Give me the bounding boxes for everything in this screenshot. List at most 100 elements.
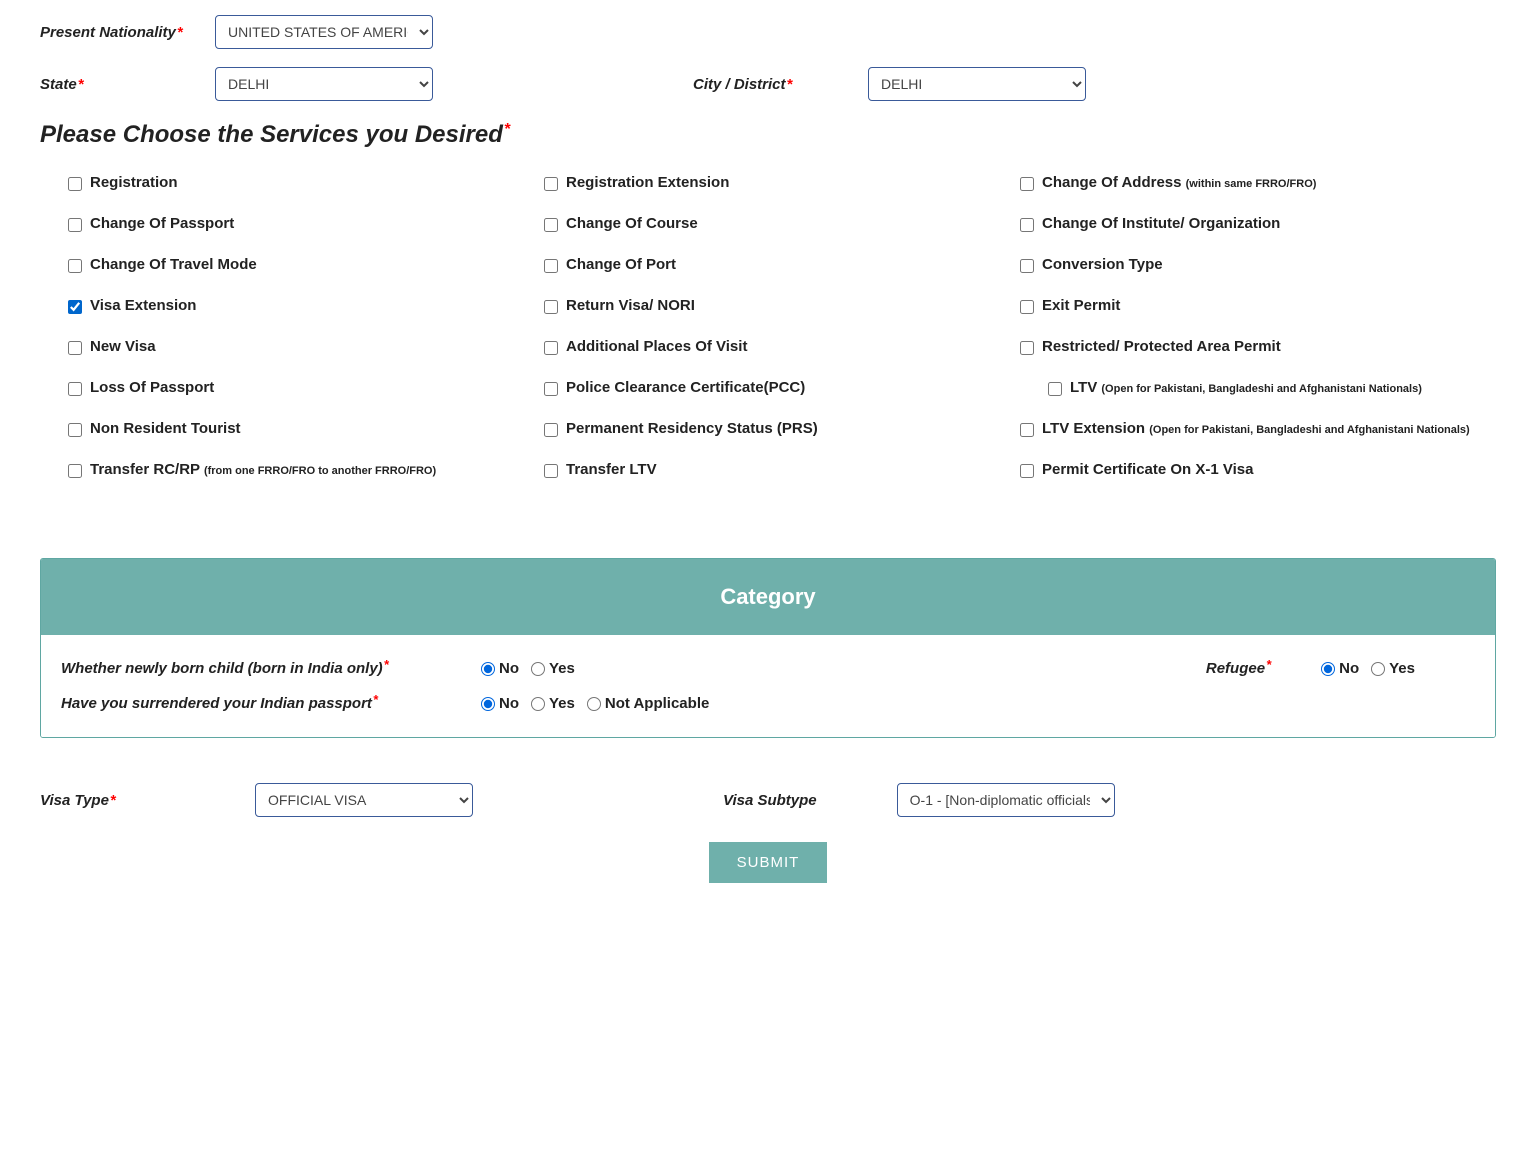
service-transfer-ltv[interactable]: Transfer LTV (544, 461, 1020, 478)
category-panel: Category Whether newly born child (born … (40, 558, 1496, 738)
state-select[interactable]: DELHI (215, 67, 433, 101)
radio[interactable] (1371, 662, 1385, 676)
newborn-label-text: Whether newly born child (born in India … (61, 660, 383, 677)
radio-label: No (499, 695, 519, 712)
service-label: LTV Extension (Open for Pakistani, Bangl… (1042, 420, 1470, 437)
radio-label: Not Applicable (605, 695, 709, 712)
surrendered-na[interactable]: Not Applicable (587, 695, 709, 712)
checkbox[interactable] (544, 259, 558, 273)
newborn-yes[interactable]: Yes (531, 660, 575, 677)
service-visa-extension[interactable]: Visa Extension (68, 297, 544, 314)
service-label: Permit Certificate On X-1 Visa (1042, 461, 1253, 478)
service-restricted-area[interactable]: Restricted/ Protected Area Permit (1020, 338, 1496, 355)
radio[interactable] (481, 697, 495, 711)
service-transfer-rc[interactable]: Transfer RC/RP (from one FRRO/FRO to ano… (68, 461, 544, 478)
service-registration[interactable]: Registration (68, 174, 544, 191)
radio-label: Yes (1389, 660, 1415, 677)
service-pcc[interactable]: Police Clearance Certificate(PCC) (544, 379, 1020, 396)
service-note: (Open for Pakistani, Bangladeshi and Afg… (1101, 383, 1421, 395)
service-label: Return Visa/ NORI (566, 297, 695, 314)
nationality-label-text: Present Nationality (40, 24, 176, 41)
service-label: New Visa (90, 338, 156, 355)
service-label: Restricted/ Protected Area Permit (1042, 338, 1281, 355)
required-star: * (1266, 657, 1271, 672)
refugee-label-text: Refugee (1206, 660, 1265, 677)
required-star: * (78, 76, 84, 93)
newborn-label: Whether newly born child (born in India … (61, 660, 481, 677)
checkbox[interactable] (1020, 341, 1034, 355)
required-star: * (373, 692, 378, 707)
service-change-port[interactable]: Change Of Port (544, 256, 1020, 273)
service-additional-places[interactable]: Additional Places Of Visit (544, 338, 1020, 355)
checkbox[interactable] (544, 300, 558, 314)
checkbox[interactable] (68, 423, 82, 437)
service-label: Conversion Type (1042, 256, 1163, 273)
service-text: Transfer RC/RP (90, 461, 204, 478)
checkbox[interactable] (1020, 300, 1034, 314)
category-header: Category (41, 559, 1495, 635)
service-label: Registration Extension (566, 174, 729, 191)
refugee-label: Refugee* (1206, 660, 1271, 677)
service-change-address[interactable]: Change Of Address (within same FRRO/FRO) (1020, 174, 1496, 191)
checkbox[interactable] (1020, 177, 1034, 191)
service-return-visa[interactable]: Return Visa/ NORI (544, 297, 1020, 314)
checkbox[interactable] (1048, 382, 1062, 396)
service-exit-permit[interactable]: Exit Permit (1020, 297, 1496, 314)
service-ltv[interactable]: LTV (Open for Pakistani, Bangladeshi and… (1020, 379, 1496, 396)
checkbox[interactable] (68, 464, 82, 478)
service-new-visa[interactable]: New Visa (68, 338, 544, 355)
service-loss-passport[interactable]: Loss Of Passport (68, 379, 544, 396)
refugee-radios: No Yes (1321, 660, 1415, 677)
checkbox[interactable] (544, 464, 558, 478)
state-label-text: State (40, 76, 77, 93)
radio[interactable] (531, 662, 545, 676)
visa-type-label: Visa Type* (40, 792, 215, 809)
service-conversion-type[interactable]: Conversion Type (1020, 256, 1496, 273)
checkbox[interactable] (68, 218, 82, 232)
visa-row: Visa Type* OFFICIAL VISA Visa Subtype O-… (40, 783, 1496, 817)
service-registration-ext[interactable]: Registration Extension (544, 174, 1020, 191)
service-ltv-extension[interactable]: LTV Extension (Open for Pakistani, Bangl… (1020, 420, 1496, 437)
service-label: LTV (Open for Pakistani, Bangladeshi and… (1070, 379, 1422, 396)
checkbox[interactable] (1020, 423, 1034, 437)
checkbox[interactable] (68, 259, 82, 273)
checkbox[interactable] (544, 382, 558, 396)
submit-button[interactable]: SUBMIT (709, 842, 828, 883)
radio[interactable] (587, 697, 601, 711)
service-change-institute[interactable]: Change Of Institute/ Organization (1020, 215, 1496, 232)
city-label: City / District* (693, 76, 868, 93)
refugee-no[interactable]: No (1321, 660, 1359, 677)
service-change-passport[interactable]: Change Of Passport (68, 215, 544, 232)
service-change-travel[interactable]: Change Of Travel Mode (68, 256, 544, 273)
radio[interactable] (1321, 662, 1335, 676)
service-prs[interactable]: Permanent Residency Status (PRS) (544, 420, 1020, 437)
checkbox[interactable] (68, 341, 82, 355)
checkbox[interactable] (544, 218, 558, 232)
service-non-resident[interactable]: Non Resident Tourist (68, 420, 544, 437)
nationality-select[interactable]: UNITED STATES OF AMERICA (215, 15, 433, 49)
service-change-course[interactable]: Change Of Course (544, 215, 1020, 232)
checkbox[interactable] (68, 177, 82, 191)
service-permit-x1[interactable]: Permit Certificate On X-1 Visa (1020, 461, 1496, 478)
checkbox[interactable] (1020, 464, 1034, 478)
radio[interactable] (481, 662, 495, 676)
checkbox[interactable] (544, 423, 558, 437)
radio[interactable] (531, 697, 545, 711)
visa-subtype-select[interactable]: O-1 - [Non-diplomatic officials] (897, 783, 1115, 817)
required-star: * (384, 657, 389, 672)
newborn-no[interactable]: No (481, 660, 519, 677)
checkbox[interactable] (68, 382, 82, 396)
checkbox[interactable] (1020, 218, 1034, 232)
refugee-yes[interactable]: Yes (1371, 660, 1415, 677)
checkbox[interactable] (1020, 259, 1034, 273)
checkbox[interactable] (544, 341, 558, 355)
surrendered-yes[interactable]: Yes (531, 695, 575, 712)
service-text: LTV Extension (1042, 420, 1149, 437)
checkbox[interactable] (68, 300, 82, 314)
visa-type-select[interactable]: OFFICIAL VISA (255, 783, 473, 817)
checkbox[interactable] (544, 177, 558, 191)
submit-row: SUBMIT (40, 842, 1496, 883)
services-title: Please Choose the Services you Desired* (40, 121, 1496, 149)
surrendered-no[interactable]: No (481, 695, 519, 712)
city-select[interactable]: DELHI (868, 67, 1086, 101)
